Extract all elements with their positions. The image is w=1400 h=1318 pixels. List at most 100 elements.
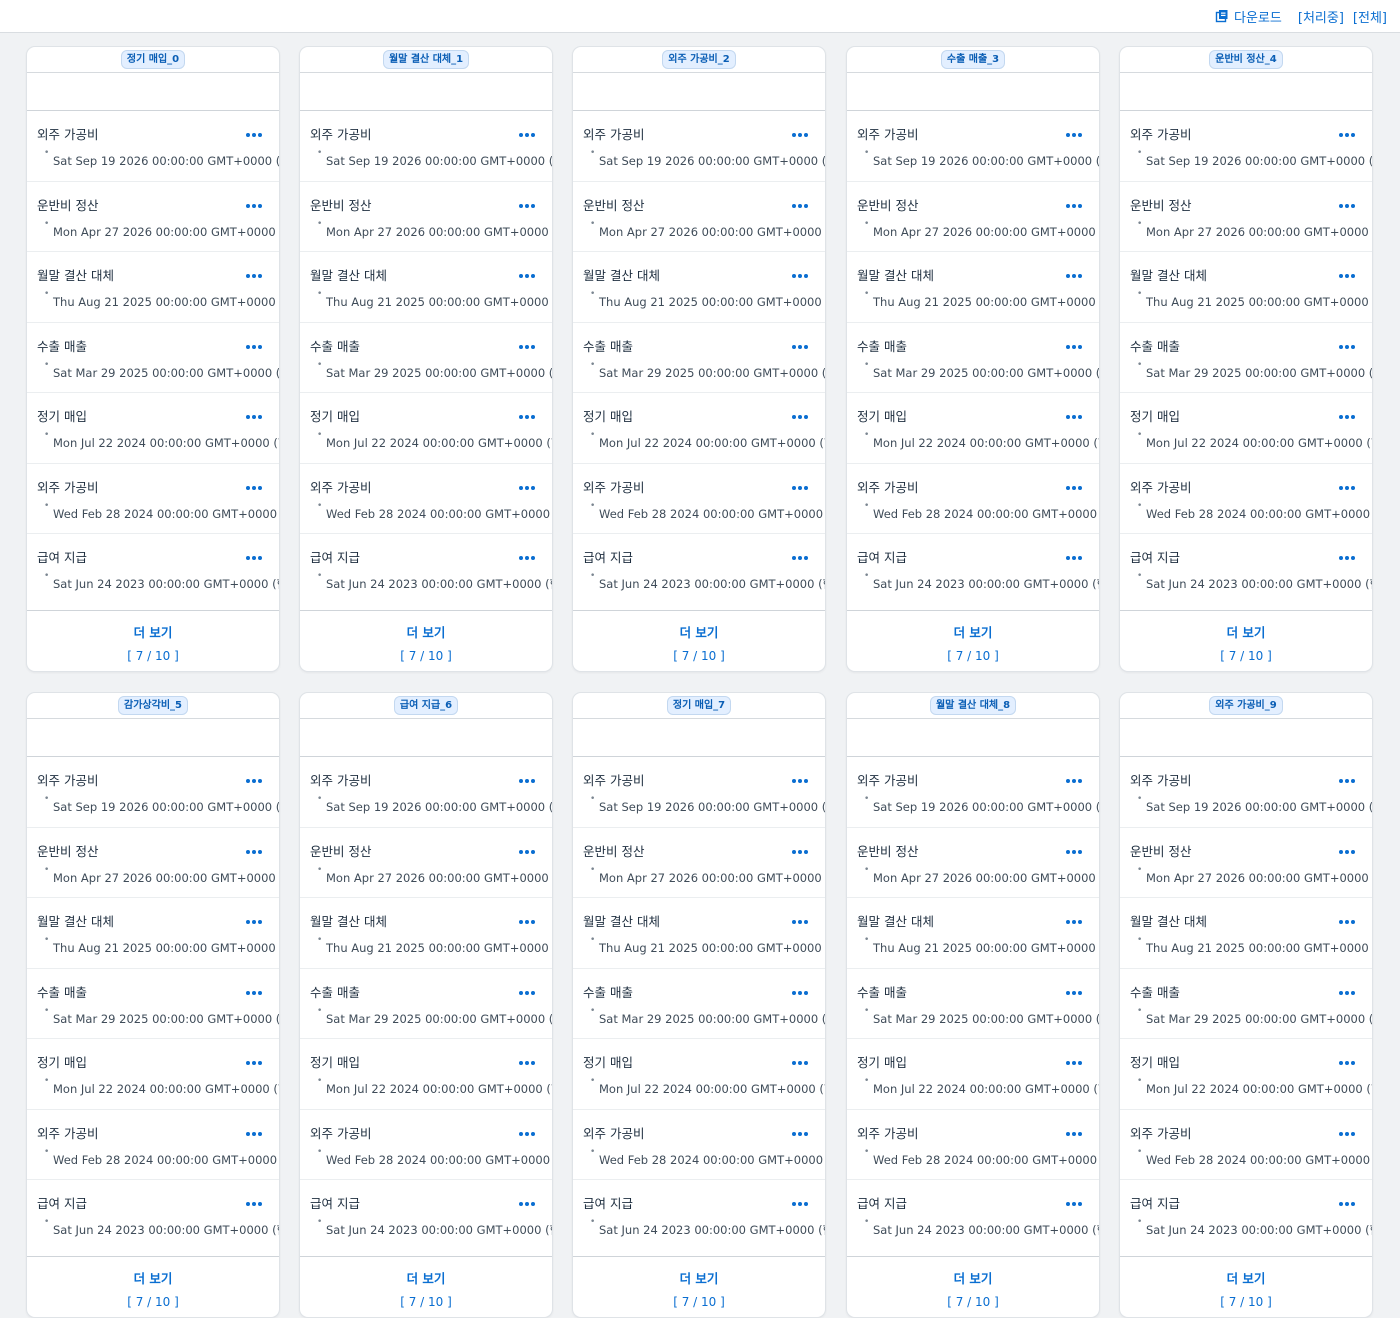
list-item[interactable]: 수출 매출 • Sat Mar 29 2025 00:00:00 GMT+0000 … (1120, 323, 1372, 393)
filter-processing-link[interactable]: [처리중] (1298, 7, 1344, 26)
list-item[interactable]: 수출 매출 • Sat Mar 29 2025 00:00:00 GMT+0000 … (300, 969, 552, 1039)
list-item[interactable]: 외주 가공비 • Sat Sep 19 2026 00:00:00 GMT+0000… (300, 757, 552, 828)
more-options-icon[interactable] (519, 848, 535, 856)
more-options-icon[interactable] (1339, 848, 1355, 856)
more-options-icon[interactable] (246, 1130, 262, 1138)
list-item[interactable]: 급여 지급 • Sat Jun 24 2023 00:00:00 GMT+0000 … (573, 1180, 825, 1249)
list-item[interactable]: 정기 매입 • Mon Jul 22 2024 00:00:00 GMT+0000 … (27, 393, 279, 464)
list-item[interactable]: 운반비 정산 • Mon Apr 27 2026 00:00:00 GMT+0000… (847, 182, 1099, 252)
more-options-icon[interactable] (1066, 1059, 1082, 1067)
list-item[interactable]: 외주 가공비 • Sat Sep 19 2026 00:00:00 GMT+0000… (300, 111, 552, 182)
list-item[interactable]: 급여 지급 • Sat Jun 24 2023 00:00:00 GMT+0000 … (27, 1180, 279, 1249)
more-options-icon[interactable] (246, 848, 262, 856)
more-options-icon[interactable] (519, 202, 535, 210)
list-item[interactable]: 급여 지급 • Sat Jun 24 2023 00:00:00 GMT+0000 … (847, 534, 1099, 603)
show-more-button[interactable]: 더 보기 (300, 1268, 552, 1287)
list-item[interactable]: 월말 결산 대체 • Thu Aug 21 2025 00:00:00 GMT+00… (300, 252, 552, 323)
more-options-icon[interactable] (246, 484, 262, 492)
list-item[interactable]: 외주 가공비 • Wed Feb 28 2024 00:00:00 GMT+0000… (1120, 464, 1372, 534)
list-item[interactable]: 외주 가공비 • Wed Feb 28 2024 00:00:00 GMT+0000… (573, 464, 825, 534)
list-item[interactable]: 급여 지급 • Sat Jun 24 2023 00:00:00 GMT+0000 … (1120, 1180, 1372, 1249)
list-item[interactable]: 정기 매입 • Mon Jul 22 2024 00:00:00 GMT+0000 … (300, 1039, 552, 1110)
more-options-icon[interactable] (519, 777, 535, 785)
list-item[interactable]: 외주 가공비 • Sat Sep 19 2026 00:00:00 GMT+0000… (847, 757, 1099, 828)
card-title-badge[interactable]: 운반비 정산_4 (1209, 50, 1283, 69)
more-options-icon[interactable] (1339, 1200, 1355, 1208)
list-item[interactable]: 수출 매출 • Sat Mar 29 2025 00:00:00 GMT+0000 … (27, 969, 279, 1039)
list-item[interactable]: 외주 가공비 • Wed Feb 28 2024 00:00:00 GMT+0000… (1120, 1110, 1372, 1180)
more-options-icon[interactable] (1066, 272, 1082, 280)
show-more-button[interactable]: 더 보기 (573, 622, 825, 641)
list-item[interactable]: 외주 가공비 • Sat Sep 19 2026 00:00:00 GMT+0000… (847, 111, 1099, 182)
more-options-icon[interactable] (1339, 1130, 1355, 1138)
more-options-icon[interactable] (1339, 272, 1355, 280)
more-options-icon[interactable] (246, 1059, 262, 1067)
list-item[interactable]: 급여 지급 • Sat Jun 24 2023 00:00:00 GMT+0000 … (300, 534, 552, 603)
show-more-button[interactable]: 더 보기 (847, 1268, 1099, 1287)
more-options-icon[interactable] (792, 131, 808, 139)
more-options-icon[interactable] (1339, 918, 1355, 926)
list-item[interactable]: 외주 가공비 • Wed Feb 28 2024 00:00:00 GMT+0000… (300, 1110, 552, 1180)
list-item[interactable]: 수출 매출 • Sat Mar 29 2025 00:00:00 GMT+0000 … (573, 323, 825, 393)
list-item[interactable]: 정기 매입 • Mon Jul 22 2024 00:00:00 GMT+0000 … (27, 1039, 279, 1110)
more-options-icon[interactable] (792, 1200, 808, 1208)
more-options-icon[interactable] (1339, 413, 1355, 421)
card-title-badge[interactable]: 정기 매입_7 (666, 696, 732, 715)
show-more-button[interactable]: 더 보기 (27, 622, 279, 641)
list-item[interactable]: 운반비 정산 • Mon Apr 27 2026 00:00:00 GMT+0000… (573, 182, 825, 252)
list-item[interactable]: 외주 가공비 • Sat Sep 19 2026 00:00:00 GMT+0000… (1120, 757, 1372, 828)
list-item[interactable]: 월말 결산 대체 • Thu Aug 21 2025 00:00:00 GMT+00… (847, 898, 1099, 969)
more-options-icon[interactable] (519, 1130, 535, 1138)
filter-all-link[interactable]: [전체] (1353, 7, 1387, 26)
list-item[interactable]: 수출 매출 • Sat Mar 29 2025 00:00:00 GMT+0000 … (300, 323, 552, 393)
more-options-icon[interactable] (1339, 554, 1355, 562)
more-options-icon[interactable] (246, 989, 262, 997)
list-item[interactable]: 외주 가공비 • Wed Feb 28 2024 00:00:00 GMT+0000… (573, 1110, 825, 1180)
list-item[interactable]: 정기 매입 • Mon Jul 22 2024 00:00:00 GMT+0000 … (847, 393, 1099, 464)
more-options-icon[interactable] (519, 1059, 535, 1067)
more-options-icon[interactable] (792, 413, 808, 421)
more-options-icon[interactable] (1339, 343, 1355, 351)
more-options-icon[interactable] (1339, 484, 1355, 492)
list-item[interactable]: 운반비 정산 • Mon Apr 27 2026 00:00:00 GMT+0000… (27, 828, 279, 898)
list-item[interactable]: 급여 지급 • Sat Jun 24 2023 00:00:00 GMT+0000 … (27, 534, 279, 603)
more-options-icon[interactable] (792, 848, 808, 856)
more-options-icon[interactable] (246, 202, 262, 210)
list-item[interactable]: 월말 결산 대체 • Thu Aug 21 2025 00:00:00 GMT+00… (847, 252, 1099, 323)
list-item[interactable]: 외주 가공비 • Sat Sep 19 2026 00:00:00 GMT+0000… (27, 757, 279, 828)
card-title-badge[interactable]: 정기 매입_0 (120, 50, 186, 69)
list-item[interactable]: 외주 가공비 • Wed Feb 28 2024 00:00:00 GMT+0000… (847, 464, 1099, 534)
more-options-icon[interactable] (519, 554, 535, 562)
list-item[interactable]: 수출 매출 • Sat Mar 29 2025 00:00:00 GMT+0000 … (847, 323, 1099, 393)
more-options-icon[interactable] (1066, 554, 1082, 562)
more-options-icon[interactable] (1339, 131, 1355, 139)
list-item[interactable]: 정기 매입 • Mon Jul 22 2024 00:00:00 GMT+0000 … (300, 393, 552, 464)
list-item[interactable]: 월말 결산 대체 • Thu Aug 21 2025 00:00:00 GMT+00… (1120, 252, 1372, 323)
download-button[interactable]: 다운로드 (1215, 7, 1282, 26)
list-item[interactable]: 운반비 정산 • Mon Apr 27 2026 00:00:00 GMT+0000… (27, 182, 279, 252)
more-options-icon[interactable] (246, 272, 262, 280)
more-options-icon[interactable] (1339, 777, 1355, 785)
card-title-badge[interactable]: 외주 가공비_9 (1209, 696, 1283, 715)
more-options-icon[interactable] (246, 343, 262, 351)
card-title-badge[interactable]: 월말 결산 대체_1 (382, 50, 470, 69)
list-item[interactable]: 수출 매출 • Sat Mar 29 2025 00:00:00 GMT+0000 … (847, 969, 1099, 1039)
more-options-icon[interactable] (792, 918, 808, 926)
list-item[interactable]: 정기 매입 • Mon Jul 22 2024 00:00:00 GMT+0000 … (1120, 393, 1372, 464)
more-options-icon[interactable] (792, 777, 808, 785)
more-options-icon[interactable] (1339, 1059, 1355, 1067)
list-item[interactable]: 월말 결산 대체 • Thu Aug 21 2025 00:00:00 GMT+00… (573, 252, 825, 323)
more-options-icon[interactable] (1339, 202, 1355, 210)
more-options-icon[interactable] (792, 202, 808, 210)
more-options-icon[interactable] (1066, 131, 1082, 139)
more-options-icon[interactable] (519, 484, 535, 492)
more-options-icon[interactable] (246, 1200, 262, 1208)
list-item[interactable]: 급여 지급 • Sat Jun 24 2023 00:00:00 GMT+0000 … (847, 1180, 1099, 1249)
list-item[interactable]: 외주 가공비 • Sat Sep 19 2026 00:00:00 GMT+0000… (573, 111, 825, 182)
list-item[interactable]: 외주 가공비 • Wed Feb 28 2024 00:00:00 GMT+0000… (27, 1110, 279, 1180)
more-options-icon[interactable] (246, 554, 262, 562)
more-options-icon[interactable] (792, 989, 808, 997)
show-more-button[interactable]: 더 보기 (847, 622, 1099, 641)
list-item[interactable]: 외주 가공비 • Sat Sep 19 2026 00:00:00 GMT+0000… (1120, 111, 1372, 182)
list-item[interactable]: 월말 결산 대체 • Thu Aug 21 2025 00:00:00 GMT+00… (573, 898, 825, 969)
